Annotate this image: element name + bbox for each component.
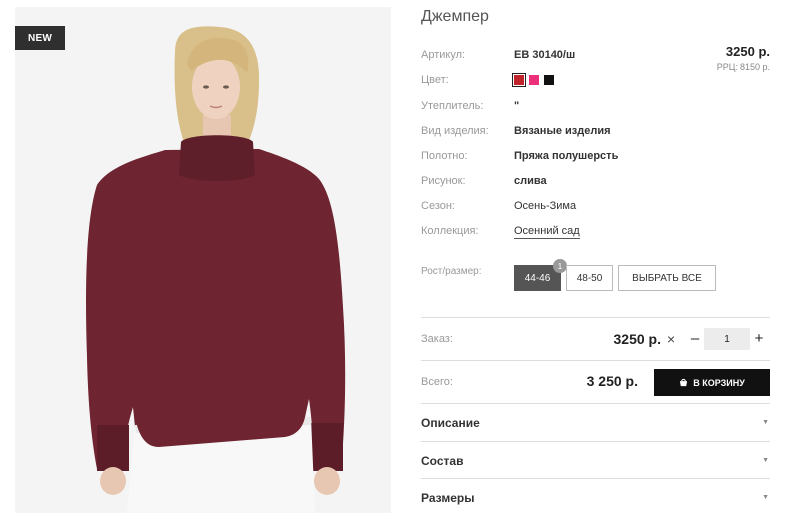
divider xyxy=(421,478,770,479)
attr-value: ЕВ 30140/ш xyxy=(514,49,576,61)
attr-label: Вид изделия: xyxy=(421,125,489,137)
attr-label: Цвет: xyxy=(421,74,449,86)
model-photo xyxy=(15,7,391,513)
attr-label: Сезон: xyxy=(421,200,455,212)
triangle-down-icon: ▼ xyxy=(762,494,769,501)
add-to-cart-label: В КОРЗИНУ xyxy=(693,377,745,388)
size-option-48-50[interactable]: 48-50 xyxy=(566,265,613,291)
product-price: 3250 р. xyxy=(725,44,770,59)
attr-label: Утеплитель: xyxy=(421,100,484,112)
cart-icon xyxy=(680,378,688,387)
color-swatch-black[interactable] xyxy=(544,75,554,85)
accordion-title: Размеры xyxy=(421,491,475,505)
triangle-down-icon: ▼ xyxy=(762,457,769,464)
attr-label: Полотно: xyxy=(421,150,468,162)
total-price: 3 250 р. xyxy=(586,373,638,389)
attr-value: слива xyxy=(514,175,547,187)
accordion-title: Состав xyxy=(421,454,464,468)
rrp-label: РРЦ: xyxy=(716,62,738,72)
rrp-value: 8150 р. xyxy=(739,62,770,72)
quantity-input[interactable] xyxy=(704,328,750,350)
product-title: Джемпер xyxy=(421,8,489,25)
product-image[interactable]: NEW xyxy=(15,7,391,513)
accordion-composition[interactable]: Состав ▼ xyxy=(421,454,770,474)
divider xyxy=(421,441,770,442)
add-to-cart-button[interactable]: В КОРЗИНУ xyxy=(654,369,770,396)
rrp-price: РРЦ: 8150 р. xyxy=(715,62,770,72)
accordion-description[interactable]: Описание ▼ xyxy=(421,416,770,436)
attr-value: Вязаные изделия xyxy=(514,125,611,137)
attr-value: Осень-Зима xyxy=(514,200,577,212)
size-selected-count: 1 xyxy=(553,259,567,273)
divider xyxy=(421,360,770,361)
accordion-sizes[interactable]: Размеры ▼ xyxy=(421,491,770,511)
new-badge: NEW xyxy=(15,26,65,50)
attr-value: Пряжа полушерсть xyxy=(514,150,619,162)
divider xyxy=(421,403,770,404)
select-all-sizes-button[interactable]: ВЫБРАТЬ ВСЕ xyxy=(618,265,716,291)
color-swatch-red[interactable] xyxy=(512,73,526,87)
collection-link[interactable]: Осенний сад xyxy=(514,225,580,239)
total-label: Всего: xyxy=(421,376,453,388)
color-swatches xyxy=(512,73,554,87)
times-icon: × xyxy=(667,331,676,347)
size-label: Рост/размер: xyxy=(421,266,482,277)
accordion-title: Описание xyxy=(421,416,480,430)
attr-label: Коллекция: xyxy=(421,225,479,237)
attr-value: " xyxy=(514,100,520,112)
qty-decrease-button[interactable]: – xyxy=(689,330,701,347)
order-label: Заказ: xyxy=(421,333,453,345)
divider xyxy=(421,317,770,318)
color-swatch-pink[interactable] xyxy=(529,75,539,85)
qty-increase-button[interactable]: + xyxy=(753,330,765,347)
order-price: 3250 р. xyxy=(613,331,661,347)
triangle-down-icon: ▼ xyxy=(762,419,769,426)
attr-label: Артикул: xyxy=(421,49,466,61)
attr-label: Рисунок: xyxy=(421,175,466,187)
